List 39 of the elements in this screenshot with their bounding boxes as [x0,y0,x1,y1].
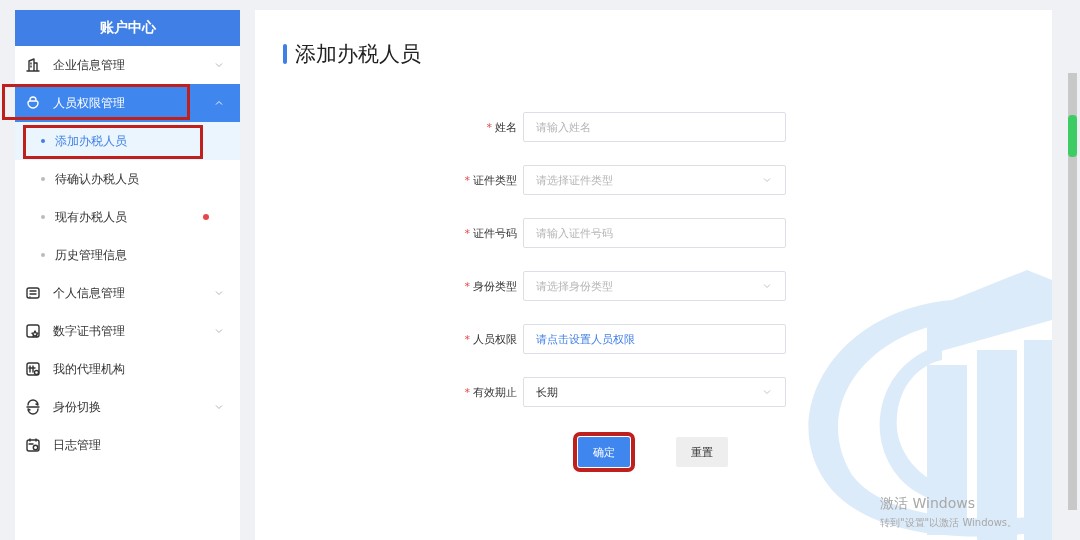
activation-notice-title: 激活 Windows [880,495,976,513]
submenu-item[interactable]: 待确认办税人员 [15,160,240,198]
activation-notice-text: 转到"设置"以激活 Windows。 [880,516,1018,530]
menu-item[interactable]: 身份切换 [15,388,240,426]
reset-button[interactable]: 重置 [676,437,728,467]
field-label: * 人员权限 [463,331,518,347]
menu-item[interactable]: 日志管理 [15,426,240,464]
input-field[interactable]: 请输入姓名 [523,112,786,142]
bullet-icon [41,215,45,219]
calendar-clock-icon [25,437,41,453]
field-label: * 证件类型 [463,172,518,188]
office-icon [25,361,41,377]
page-title: 添加办税人员 [295,41,421,68]
submenu-item[interactable]: 现有办税人员 [15,198,240,236]
menu-item[interactable]: 企业信息管理 [15,46,240,84]
bullet-icon [41,253,45,257]
field-label: * 姓名 [485,119,518,135]
title-accent-bar [283,44,287,64]
id-card-icon [25,285,41,301]
permission-field[interactable]: 请点击设置人员权限 [523,324,786,354]
menu-item[interactable]: 我的代理机构 [15,350,240,388]
certificate-icon [25,323,41,339]
set-permission-link[interactable]: 请点击设置人员权限 [536,331,635,347]
field-label: * 身份类型 [463,278,518,294]
bullet-icon [41,139,45,143]
building-icon [25,57,41,73]
submenu-item[interactable]: 历史管理信息 [15,236,240,274]
select-field[interactable]: 长期 [523,377,786,407]
menu-item[interactable]: 数字证书管理 [15,312,240,350]
scrollbar[interactable] [1068,73,1077,510]
input-field[interactable]: 请输入证件号码 [523,218,786,248]
sidebar-title: 账户中心 [15,10,240,46]
bullet-icon [41,177,45,181]
field-label: * 有效期止 [463,384,518,400]
menu-item[interactable]: 个人信息管理 [15,274,240,312]
switch-icon [25,399,41,415]
field-label: * 证件号码 [463,225,518,241]
lock-icon [25,95,41,111]
scrollbar-thumb[interactable] [1068,115,1077,157]
